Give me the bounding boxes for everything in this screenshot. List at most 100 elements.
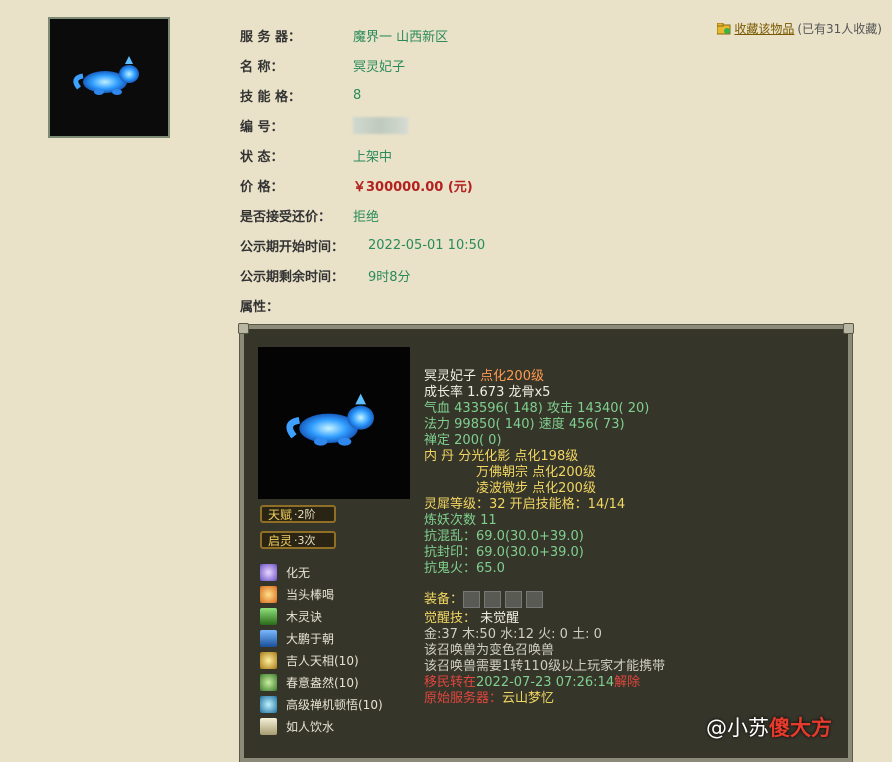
skill-dangtou-icon xyxy=(260,585,277,603)
shift-label: 移民转在 xyxy=(424,675,477,690)
skill-label: 吉人天相(10) xyxy=(286,653,359,668)
pet-dianhua: 点化200级 xyxy=(480,369,544,384)
neidan-3: 凌波微步 点化200级 xyxy=(476,481,596,496)
watermark-prefix: @小苏 xyxy=(706,716,769,740)
serial-row: 编 号： xyxy=(240,110,485,140)
public-remain-label: 公示期剩余时间： xyxy=(240,269,345,285)
skill-huawu-icon xyxy=(260,563,277,581)
favorite-folder-icon xyxy=(717,22,731,34)
pet-thumbnail[interactable] xyxy=(48,17,170,138)
blue-pet-image xyxy=(73,55,139,95)
skill-item[interactable]: 吉人天相(10) xyxy=(260,649,383,671)
equip-slot[interactable] xyxy=(484,591,502,608)
skill-slots-row: 技 能 格： 8 xyxy=(240,80,485,110)
equip-slot[interactable] xyxy=(463,591,481,608)
bargain-value: 拒绝 xyxy=(353,209,380,225)
mp-label: 法力 xyxy=(424,417,451,432)
skill-label: 如人饮水 xyxy=(286,719,335,734)
blue-pet-portrait-image xyxy=(286,393,374,446)
watermark-highlight: 傻大方 xyxy=(769,716,832,740)
skill-chunyi-icon xyxy=(260,673,277,691)
skill-label: 木灵诀 xyxy=(286,609,323,624)
status-label: 状 态： xyxy=(240,149,284,165)
resist-fengyin: 抗封印：69.0(30.0+39.0) xyxy=(424,545,584,560)
skill-label: 大鹏于朝 xyxy=(286,631,335,646)
skill-item[interactable]: 大鹏于朝 xyxy=(260,627,383,649)
hp-label: 气血 xyxy=(424,401,451,416)
skill-label: 高级禅机顿悟(10) xyxy=(286,697,383,712)
resist-guihuo: 抗鬼火：65.0 xyxy=(424,561,505,576)
skill-chanji-icon xyxy=(260,695,277,713)
zen-label: 禅定 xyxy=(424,433,451,448)
skill-item[interactable]: 化无 xyxy=(260,561,383,583)
bargain-row: 是否接受还价： 拒绝 xyxy=(240,200,485,230)
pet-portrait xyxy=(258,347,410,499)
note-carry-requirement: 该召唤兽需要1转110级以上玩家才能携带 xyxy=(424,659,666,674)
attr-row: 属性： xyxy=(240,290,485,320)
panel-corner xyxy=(843,323,854,334)
neidan-2: 万佛朝宗 点化200级 xyxy=(476,465,596,480)
hp-value: 433596( 148) xyxy=(454,401,543,416)
status-value: 上架中 xyxy=(353,149,393,165)
name-value: 冥灵妃子 xyxy=(353,59,406,75)
skill-item[interactable]: 当头棒喝 xyxy=(260,583,383,605)
pet-stats: 冥灵妃子 点化200级 成长率 1.673 龙骨x5 气血 433596( 14… xyxy=(424,369,665,707)
bargain-label: 是否接受还价： xyxy=(240,209,332,225)
public-start-label: 公示期开始时间： xyxy=(240,239,345,255)
shift-tail: 解除 xyxy=(614,675,641,690)
origin-label: 原始服务器： xyxy=(424,691,503,706)
favorite-link[interactable]: 收藏该物品 xyxy=(734,20,794,37)
awaken-value: 未觉醒 xyxy=(480,611,520,626)
public-start-row: 公示期开始时间： 2022-05-01 10:50 xyxy=(240,230,485,260)
serial-value-blurred xyxy=(353,116,408,134)
skill-item[interactable]: 木灵诀 xyxy=(260,605,383,627)
pet-detail-panel: 天赋 ·2阶 启灵 ·3次 化无 当头棒喝 木灵诀 大鹏于朝 吉人天相(10) 春意… xyxy=(238,323,854,762)
talent-badge: 天赋 ·2阶 xyxy=(260,505,336,523)
skill-slots-value: 8 xyxy=(353,87,362,103)
favorite-area: 收藏该物品 (已有31人收藏) xyxy=(717,20,882,37)
origin-value: 云山梦忆 xyxy=(502,691,555,706)
public-remain-row: 公示期剩余时间： 9时8分 xyxy=(240,260,485,290)
skill-list: 化无 当头棒喝 木灵诀 大鹏于朝 吉人天相(10) 春意盎然(10) 高级禅机顿… xyxy=(260,561,383,737)
equip-slot[interactable] xyxy=(526,591,544,608)
skill-dapeng-icon xyxy=(260,629,277,647)
serial-label: 编 号： xyxy=(240,119,284,135)
pet-name: 冥灵妃子 xyxy=(424,369,477,384)
atk-label: 攻击 xyxy=(547,401,574,416)
status-row: 状 态： 上架中 xyxy=(240,140,485,170)
watermark: @小苏 傻大方 xyxy=(706,712,832,742)
price-value: ￥300000.00 (元) xyxy=(353,179,473,195)
skill-slots-label: 技 能 格： xyxy=(240,89,302,105)
spd-label: 速度 xyxy=(538,417,565,432)
skill-jiren-icon xyxy=(260,651,277,669)
server-row: 服 务 器： 魔界一 山西新区 xyxy=(240,20,485,50)
spd-value: 456( 73) xyxy=(568,417,625,432)
qiling-badge-label: 启灵 xyxy=(268,533,293,548)
lianyao-count: 炼妖次数 11 xyxy=(424,513,497,528)
atk-value: 14340( 20) xyxy=(577,401,650,416)
panel-corner xyxy=(238,323,249,334)
talent-badge-level: ·2阶 xyxy=(294,508,316,521)
mp-value: 99850( 140) xyxy=(454,417,535,432)
item-info: 服 务 器： 魔界一 山西新区 名 称： 冥灵妃子 技 能 格： 8 编 号： … xyxy=(240,20,485,320)
skill-ruren-icon xyxy=(260,717,277,735)
skill-item[interactable]: 如人饮水 xyxy=(260,715,383,737)
awaken-label: 觉醒技： xyxy=(424,611,477,626)
neidan-1: 分光化影 点化198级 xyxy=(458,449,579,464)
skill-muling-icon xyxy=(260,607,277,625)
equip-slot[interactable] xyxy=(505,591,523,608)
public-remain-value: 9时8分 xyxy=(368,269,411,285)
name-row: 名 称： 冥灵妃子 xyxy=(240,50,485,80)
name-label: 名 称： xyxy=(240,59,284,75)
skill-label: 化无 xyxy=(286,565,311,580)
talent-badge-label: 天赋 xyxy=(268,507,293,522)
server-label: 服 务 器： xyxy=(240,29,302,45)
qiling-badge-count: ·3次 xyxy=(294,534,316,547)
neidan-label: 内 丹 xyxy=(424,449,455,464)
skill-label: 春意盎然(10) xyxy=(286,675,359,690)
shift-time: 2022-07-23 07:26:14 xyxy=(476,675,615,690)
skill-item[interactable]: 春意盎然(10) xyxy=(260,671,383,693)
skill-item[interactable]: 高级禅机顿悟(10) xyxy=(260,693,383,715)
qiling-badge: 启灵 ·3次 xyxy=(260,531,336,549)
attr-label: 属性： xyxy=(240,299,280,315)
